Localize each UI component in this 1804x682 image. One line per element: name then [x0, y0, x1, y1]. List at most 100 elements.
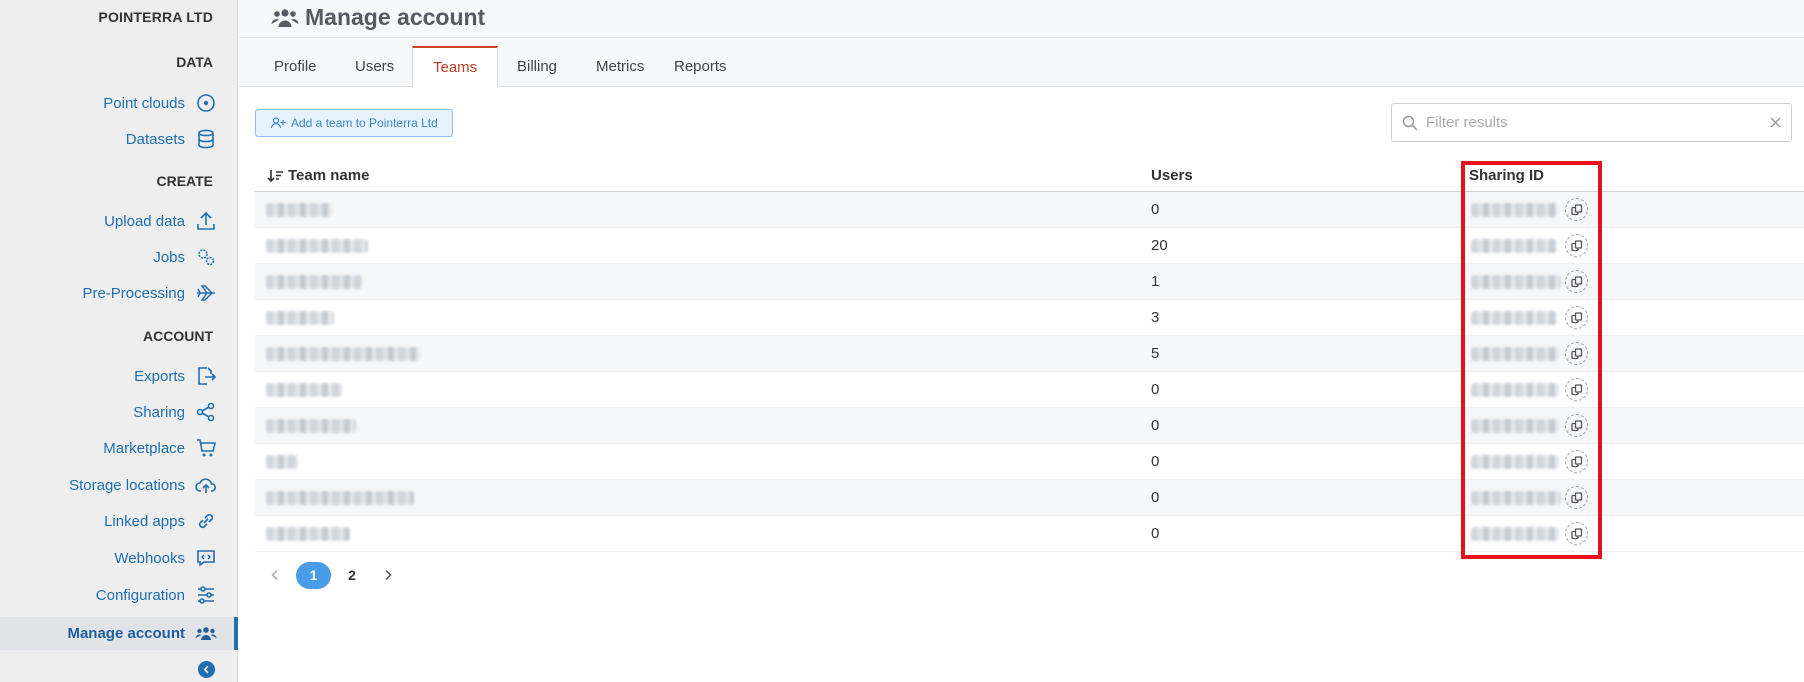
page-title: Manage account	[271, 4, 485, 31]
sidebar-item-storage-locations[interactable]: Storage locations	[69, 470, 217, 500]
copy-sharing-id-button[interactable]	[1565, 306, 1588, 329]
copy-sharing-id-button[interactable]	[1565, 414, 1588, 437]
tab-metrics[interactable]: Metrics	[576, 46, 664, 87]
filter-input[interactable]	[1426, 114, 1770, 131]
sidebar-item-manage-account[interactable]: Manage account	[0, 617, 238, 650]
link-icon	[198, 513, 214, 529]
table-row: 1	[255, 264, 1804, 300]
target-icon	[197, 94, 215, 112]
table-row: 0	[255, 408, 1804, 444]
org-name: POINTERRA LTD	[98, 9, 213, 25]
page-button-1[interactable]: 1	[296, 561, 331, 589]
sidebar-item-label: Pre-Processing	[82, 284, 185, 302]
add-user-icon	[270, 117, 286, 129]
users-count: 0	[1151, 417, 1160, 434]
team-name-redacted[interactable]	[266, 311, 334, 325]
copy-icon	[1570, 347, 1582, 359]
users-header: Users	[1151, 167, 1193, 184]
users-count: 1	[1151, 273, 1160, 290]
tab-billing[interactable]: Billing	[497, 46, 577, 87]
copy-sharing-id-button[interactable]	[1565, 378, 1588, 401]
sidebar-item-exports[interactable]: Exports	[134, 361, 217, 391]
sidebar-item-jobs[interactable]: Jobs	[153, 242, 217, 272]
table-row: 0	[255, 480, 1804, 516]
cloud-upload-icon	[195, 478, 217, 493]
team-name-redacted[interactable]	[266, 203, 332, 217]
copy-sharing-id-button[interactable]	[1565, 522, 1588, 545]
users-count: 0	[1151, 381, 1160, 398]
tab-bar: Profile Users Teams Billing Metrics Repo…	[239, 38, 1804, 88]
tab-reports[interactable]: Reports	[654, 46, 747, 87]
copy-sharing-id-button[interactable]	[1565, 270, 1588, 293]
sidebar-item-configuration[interactable]: Configuration	[96, 580, 217, 610]
add-team-button[interactable]: Add a team to Pointerra Ltd	[255, 109, 453, 137]
team-name-redacted[interactable]	[266, 275, 362, 289]
team-name-redacted[interactable]	[266, 527, 350, 541]
sidebar-item-upload-data[interactable]: Upload data	[104, 206, 217, 236]
table-row: 5	[255, 336, 1804, 372]
tab-profile[interactable]: Profile	[254, 46, 337, 87]
users-count: 0	[1151, 525, 1160, 542]
clear-icon[interactable]	[1770, 117, 1781, 128]
teams-table: Team name Users Sharing ID 0 20 1 3 5 0 0 0 0 0	[255, 160, 1804, 552]
cart-icon	[197, 439, 217, 457]
users-group-icon	[195, 626, 217, 640]
users-count: 3	[1151, 309, 1160, 326]
table-row: 0	[255, 444, 1804, 480]
copy-sharing-id-button[interactable]	[1565, 234, 1588, 257]
tab-users[interactable]: Users	[335, 46, 414, 87]
copy-icon	[1570, 239, 1582, 251]
collapse-sidebar-button[interactable]	[198, 661, 215, 678]
team-name-redacted[interactable]	[266, 455, 298, 469]
users-count: 0	[1151, 489, 1160, 506]
sidebar-item-point-clouds[interactable]: Point clouds	[103, 88, 217, 118]
next-page-button[interactable]	[370, 561, 406, 589]
sidebar-item-webhooks[interactable]: Webhooks	[114, 543, 217, 573]
pagination: 1 2	[257, 561, 406, 589]
share-icon	[196, 402, 215, 422]
sidebar-item-marketplace[interactable]: Marketplace	[103, 433, 217, 463]
team-name-redacted[interactable]	[266, 491, 414, 505]
sidebar-item-label: Storage locations	[69, 476, 185, 494]
chevron-right-icon	[385, 569, 392, 581]
copy-sharing-id-button[interactable]	[1565, 198, 1588, 221]
tab-teams[interactable]: Teams	[412, 46, 499, 88]
page-header: Manage account	[239, 0, 1804, 38]
plane-icon	[197, 285, 215, 301]
page-title-text: Manage account	[305, 4, 486, 30]
export-icon	[198, 367, 217, 385]
users-count: 0	[1151, 201, 1160, 218]
column-label: Team name	[288, 167, 370, 184]
chevron-left-icon	[271, 569, 278, 581]
copy-icon	[1570, 419, 1582, 431]
sidebar-item-datasets[interactable]: Datasets	[126, 124, 217, 154]
section-account-heading: ACCOUNT	[143, 328, 213, 344]
sidebar-item-linked-apps[interactable]: Linked apps	[104, 506, 217, 536]
sharing-id-redacted	[1471, 527, 1559, 541]
sharing-id-redacted	[1471, 275, 1561, 289]
team-name-redacted[interactable]	[266, 239, 368, 253]
sidebar-item-pre-processing[interactable]: Pre-Processing	[82, 278, 217, 308]
team-name-redacted[interactable]	[266, 347, 420, 361]
upload-icon	[197, 211, 215, 230]
copy-sharing-id-button[interactable]	[1565, 486, 1588, 509]
copy-icon	[1570, 311, 1582, 323]
users-count: 0	[1151, 453, 1160, 470]
sharing-id-redacted	[1471, 419, 1559, 433]
section-data-heading: DATA	[176, 54, 213, 70]
team-name-redacted[interactable]	[266, 419, 356, 433]
sidebar-item-label: Manage account	[67, 625, 185, 642]
prev-page-button[interactable]	[257, 561, 293, 589]
sidebar-item-label: Sharing	[133, 403, 185, 421]
team-name-redacted[interactable]	[266, 383, 342, 397]
gears-icon	[198, 249, 215, 266]
team-name-header[interactable]: Team name	[267, 167, 369, 184]
copy-sharing-id-button[interactable]	[1565, 342, 1588, 365]
sidebar-item-label: Upload data	[104, 212, 185, 230]
sidebar-item-sharing[interactable]: Sharing	[133, 397, 217, 427]
page-button-2[interactable]: 2	[334, 561, 370, 589]
copy-sharing-id-button[interactable]	[1565, 450, 1588, 473]
sharing-id-header: Sharing ID	[1469, 167, 1545, 184]
sharing-id-redacted	[1471, 203, 1557, 217]
table-row: 3	[255, 300, 1804, 336]
